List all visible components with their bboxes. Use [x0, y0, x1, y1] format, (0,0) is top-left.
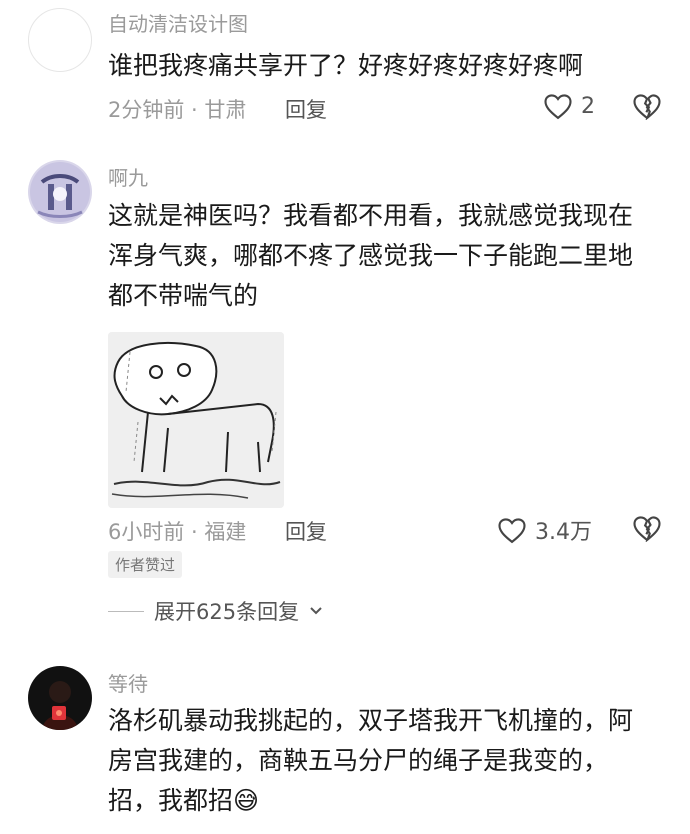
expand-replies-label: 展开625条回复 [154, 600, 300, 624]
author-liked-badge: 作者赞过 [108, 551, 183, 578]
broken-heart-icon [633, 94, 661, 121]
comment-text-tail: 招，我都招 [108, 786, 234, 815]
username[interactable]: 自动清洁设计图 [108, 8, 248, 37]
comment-text-line: 招，我都招😅 [108, 781, 668, 821]
comment-text-line: 这就是神医吗？我看都不用看，我就感觉我现在 [108, 201, 634, 230]
avatar[interactable] [28, 160, 92, 224]
dislike-button[interactable] [632, 92, 662, 124]
like-count: 3.4万 [535, 520, 592, 545]
reply-button[interactable]: 回复 [285, 94, 327, 124]
comment-text-line: 都不带喘气的 [108, 281, 259, 310]
username[interactable]: 等待 [108, 668, 148, 697]
comment-meta: 6小时前 · 福建 [108, 520, 247, 544]
comment-text: 谁把我疼痛共享开了？好疼好疼好疼好疼啊 [108, 51, 584, 80]
divider-line [108, 610, 144, 612]
reply-button[interactable]: 回复 [285, 516, 327, 546]
comment-text-line: 浑身气爽，哪都不疼了感觉我一下子能跑二里地 [108, 241, 634, 270]
dislike-button[interactable] [632, 514, 662, 546]
avatar[interactable] [28, 8, 92, 72]
comment-image[interactable] [108, 332, 284, 508]
chevron-down-icon [310, 607, 322, 615]
comment-text-line: 洛杉矶暴动我挑起的，双子塔我开飞机撞的，阿 [108, 706, 634, 735]
comment-text: 这就是神医吗？我看都不用看，我就感觉我现在 浑身气爽，哪都不疼了感觉我一下子能跑… [108, 196, 668, 316]
expand-replies-button[interactable]: 展开625条回复 [108, 596, 323, 626]
avatar[interactable] [28, 666, 92, 730]
sweat-smile-emoji-icon: 😅 [233, 786, 260, 815]
username[interactable]: 啊九 [108, 162, 148, 191]
heart-icon [498, 518, 526, 544]
like-count: 2 [581, 93, 595, 119]
comment-text-line: 房宫我建的，商鞅五马分尸的绳子是我变的， [108, 746, 609, 775]
heart-icon [544, 94, 572, 120]
like-button[interactable]: 3.4万 [497, 514, 592, 546]
like-button[interactable]: 2 [543, 92, 595, 120]
comment-meta: 2分钟前 · 甘肃 [108, 98, 247, 122]
comment-text: 洛杉矶暴动我挑起的，双子塔我开飞机撞的，阿 房宫我建的，商鞅五马分尸的绳子是我变… [108, 701, 668, 821]
broken-heart-icon [633, 516, 661, 543]
